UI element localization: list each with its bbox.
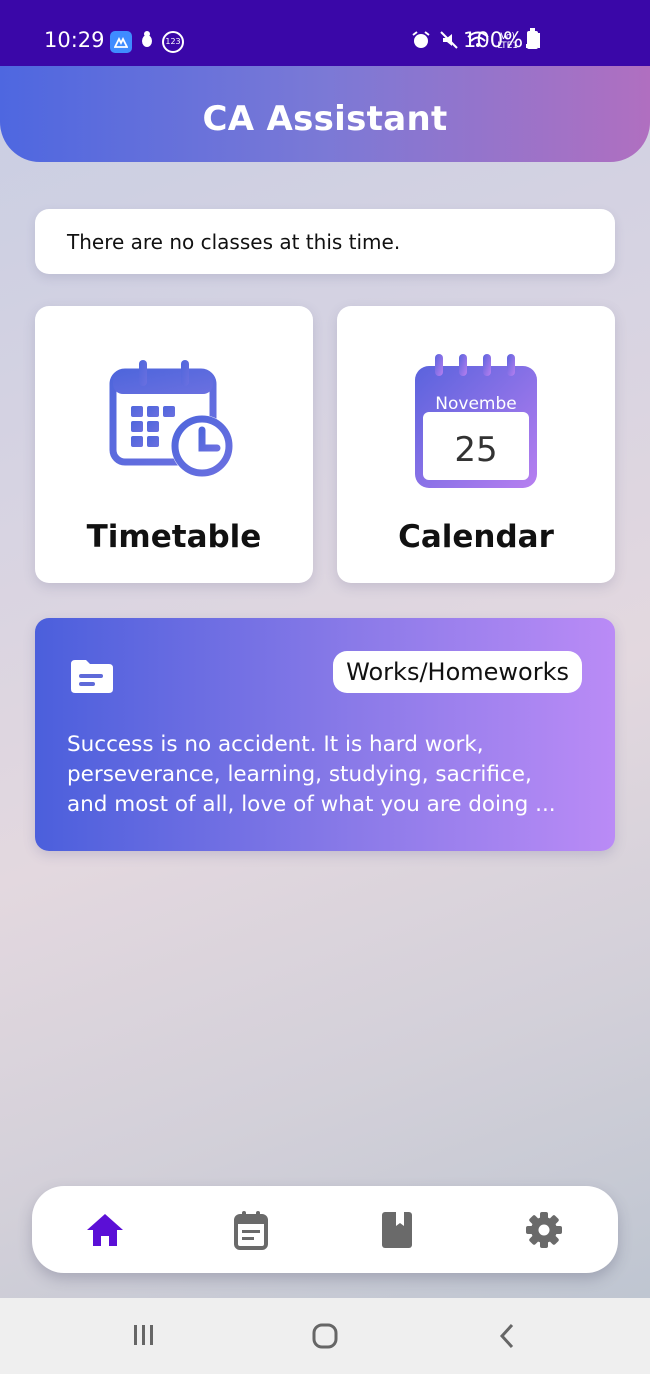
battery-status: 100% — [463, 28, 539, 52]
battery-percent: 100% — [463, 28, 524, 52]
back-button[interactable] — [496, 1322, 518, 1354]
bug-icon — [140, 30, 154, 53]
app-header: CA Assistant — [0, 66, 650, 162]
calendar-date-icon: Novembe 25 — [413, 352, 539, 494]
timetable-label: Timetable — [86, 519, 262, 555]
book-icon — [382, 1212, 412, 1248]
works-card[interactable]: Works/Homeworks Success is no accident. … — [35, 618, 615, 851]
calendar-label: Calendar — [398, 519, 554, 555]
quote-line: perseverance, learning, studying, sacrif… — [67, 762, 532, 787]
nav-home-button[interactable] — [83, 1208, 127, 1252]
home-system-button[interactable] — [311, 1322, 339, 1354]
class-status-text: There are no classes at this time. — [67, 229, 401, 254]
nav-book-button[interactable] — [375, 1208, 419, 1252]
works-homeworks-button[interactable]: Works/Homeworks — [333, 651, 582, 693]
calendar-month-text: Novembe — [435, 394, 517, 414]
home-icon — [87, 1214, 123, 1246]
recent-apps-button[interactable] — [131, 1322, 157, 1352]
folder-icon — [69, 658, 115, 698]
quote-line: and most of all, love of what you are do… — [67, 792, 556, 817]
page-title: CA Assistant — [202, 99, 448, 139]
timetable-tile[interactable]: Timetable — [35, 306, 313, 583]
count-badge-icon: 123 — [162, 30, 184, 53]
home-circle-icon — [312, 1323, 338, 1349]
schedule-icon — [234, 1211, 268, 1250]
recent-apps-icon — [134, 1325, 153, 1345]
settings-icon — [526, 1212, 562, 1248]
status-time: 10:29 — [44, 28, 105, 52]
class-status-card: There are no classes at this time. — [35, 209, 615, 274]
calendar-day-text: 25 — [454, 430, 498, 470]
app-notification-icon — [110, 30, 132, 53]
nav-schedule-button[interactable] — [229, 1208, 273, 1252]
nav-settings-button[interactable] — [522, 1208, 566, 1252]
battery-icon — [527, 28, 539, 49]
motivational-quote: Success is no accident. It is hard work,… — [67, 730, 597, 820]
calendar-tile[interactable]: Novembe 25 Calendar — [337, 306, 615, 583]
alarm-icon — [411, 30, 431, 54]
calendar-clock-icon — [109, 358, 237, 486]
quote-line: Success is no accident. It is hard work, — [67, 732, 484, 757]
system-nav-bar — [0, 1298, 650, 1374]
back-icon — [499, 1323, 514, 1349]
bottom-nav — [32, 1186, 618, 1273]
notification-icons: 123 — [110, 30, 184, 53]
mute-icon — [439, 30, 459, 54]
